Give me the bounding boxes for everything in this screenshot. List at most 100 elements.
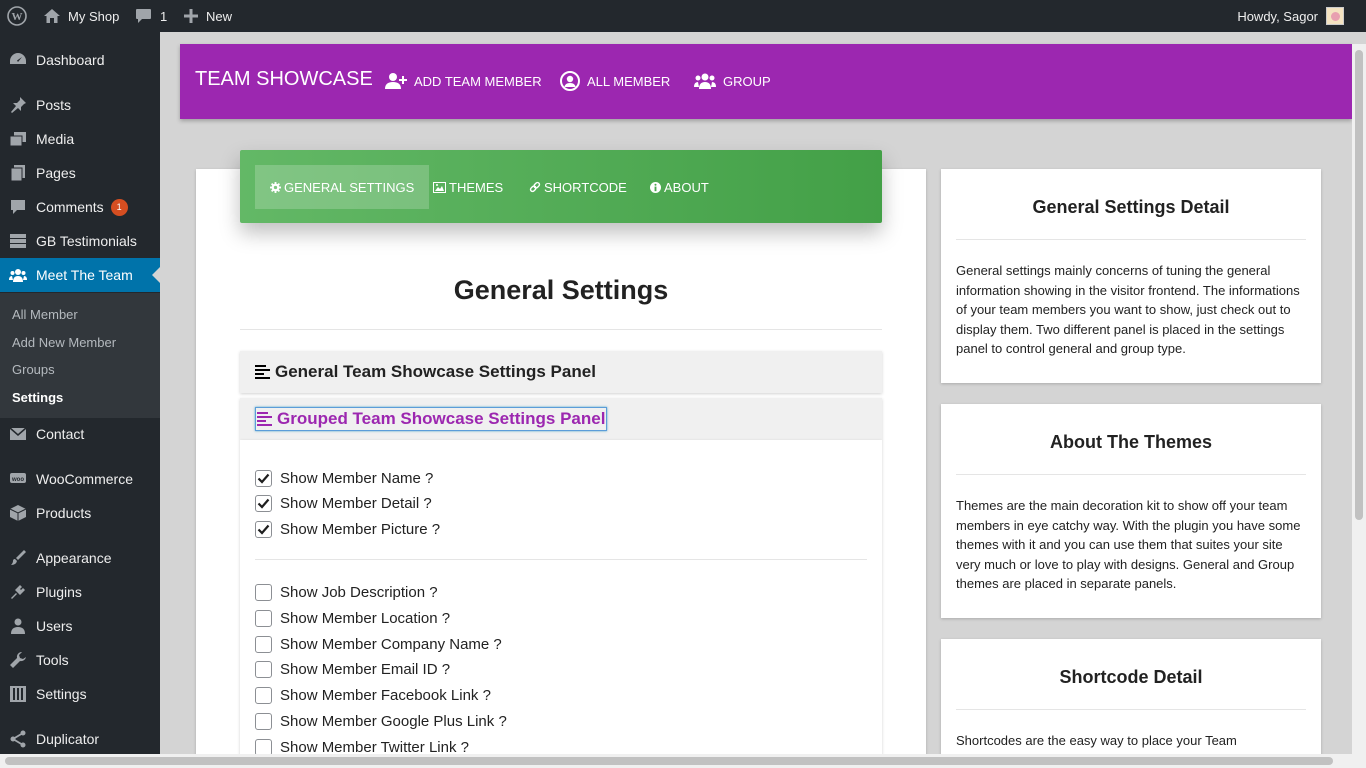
grouped-panel-link[interactable]: Grouped Team Showcase Settings Panel [255,407,608,431]
checkbox-unchecked[interactable] [255,712,272,730]
wrench-icon [10,652,26,668]
checkbox-unchecked[interactable] [255,583,272,601]
brush-icon [11,550,26,565]
tab-shortcode[interactable]: SHORTCODE [514,165,642,209]
general-settings-detail-card: General Settings Detail General settings… [941,169,1321,383]
option-show-member-google-plus-link[interactable]: Show Member Google Plus Link ? [255,711,507,731]
checkbox-checked[interactable] [255,469,272,487]
comments-count: 1 [160,8,168,24]
shortcode-detail-card: Shortcode Detail Shortcodes are the easy… [941,639,1321,768]
checkbox-checked[interactable] [255,494,272,512]
option-show-member-location[interactable]: Show Member Location ? [255,608,450,628]
option-label: Show Member Detail ? [280,494,432,512]
card-text: Themes are the main decoration kit to sh… [956,498,1301,592]
checkbox-unchecked[interactable] [255,660,272,678]
option-label: Show Member Twitter Link ? [280,738,469,756]
option-show-member-company-name[interactable]: Show Member Company Name ? [255,634,502,654]
sidebar-item-plugins[interactable]: Plugins [0,575,160,609]
card-title: About The Themes [1049,432,1212,452]
option-show-member-facebook-link[interactable]: Show Member Facebook Link ? [255,685,491,705]
comments-link[interactable]: 1 [135,0,167,32]
options-divider [255,559,867,560]
sidebar-item-appearance[interactable]: Appearance [0,541,160,575]
site-name-link[interactable]: My Shop [43,0,119,32]
add-team-member-link[interactable]: ADD TEAM MEMBER [385,66,542,96]
sidebar-item-contact[interactable]: Contact [0,417,160,451]
option-label: Show Member Email ID ? [280,660,451,678]
sidebar-item-label: Meet The Team [36,267,133,283]
all-member-link[interactable]: ALL MEMBER [560,66,670,96]
comment-icon [11,200,25,214]
gear-icon [270,181,281,193]
sidebar-item-label: Comments [36,199,104,215]
tab-label: GENERAL SETTINGS [284,179,415,195]
checkbox-unchecked[interactable] [255,686,272,704]
sidebar-item-meet-the-team[interactable]: Meet The Team [0,258,160,292]
submenu-add-new-member[interactable]: Add New Member [12,335,116,350]
sidebar-item-duplicator[interactable]: Duplicator [0,722,160,756]
checkbox-checked[interactable] [255,520,272,538]
account-menu[interactable]: Howdy, Sagor [1237,0,1344,32]
sidebar-item-pages[interactable]: Pages [0,156,160,190]
sidebar-item-products[interactable]: Products [0,496,160,530]
submenu-groups[interactable]: Groups [12,362,55,377]
grouped-panel-header[interactable]: Grouped Team Showcase Settings Panel [240,398,882,440]
tab-label: SHORTCODE [544,179,627,195]
option-show-member-picture[interactable]: Show Member Picture ? [255,519,440,539]
tab-about[interactable]: ABOUT [635,165,724,209]
group-label: GROUP [723,73,771,89]
plugin-brand[interactable]: TEAM SHOWCASE [195,68,373,91]
card-title: General Settings Detail [1032,197,1230,217]
sidebar-item-comments[interactable]: Comments 1 [0,190,160,224]
team-submenu: All Member Add New Member Groups Setting… [0,293,160,418]
wordpress-logo-icon[interactable]: W [7,0,27,32]
tab-themes[interactable]: THEMES [418,165,518,209]
card-title: Shortcode Detail [1059,667,1203,687]
vertical-scrollbar-thumb[interactable] [1355,50,1363,520]
card-divider [956,709,1306,710]
option-show-job-description[interactable]: Show Job Description ? [255,582,438,602]
pages-icon [10,165,25,182]
sidebar-item-label: Posts [36,97,72,113]
option-show-member-name[interactable]: Show Member Name ? [255,468,433,488]
checkbox-unchecked[interactable] [255,635,272,653]
group-icon [694,73,716,89]
sidebar-item-settings[interactable]: Settings [0,677,160,711]
card-text: Shortcodes are the easy way to place you… [956,733,1237,748]
sidebar-item-label: Appearance [36,550,112,566]
comments-badge: 1 [110,198,128,216]
sidebar-item-gb-testimonials[interactable]: GB Testimonials [0,224,160,258]
option-label: Show Job Description ? [280,583,438,601]
svg-text:W: W [12,11,23,23]
media-icon [9,132,26,147]
sidebar-item-tools[interactable]: Tools [0,643,160,677]
sidebar-item-label: WooCommerce [36,471,133,487]
checkbox-unchecked[interactable] [255,609,272,627]
align-left-icon [255,365,270,379]
sidebar-item-dashboard[interactable]: Dashboard [0,43,160,77]
checkbox-unchecked[interactable] [255,738,272,756]
title-divider [240,329,882,330]
group-link[interactable]: GROUP [694,66,771,96]
general-panel-header[interactable]: General Team Showcase Settings Panel [240,351,882,393]
sidebar-item-users[interactable]: Users [0,609,160,643]
option-show-member-detail[interactable]: Show Member Detail ? [255,493,432,513]
link-icon [529,181,541,193]
submenu-settings[interactable]: Settings [12,390,63,405]
new-content-link[interactable]: New [184,0,232,32]
option-label: Show Member Facebook Link ? [280,686,491,704]
submenu-all-member[interactable]: All Member [12,307,78,322]
sidebar-item-woocommerce[interactable]: woo WooCommerce [0,462,160,496]
sidebar-item-media[interactable]: Media [0,122,160,156]
sliders-icon [10,686,26,702]
check-icon [257,524,270,535]
add-team-member-label: ADD TEAM MEMBER [414,73,542,89]
sidebar-item-label: Pages [36,165,76,181]
sidebar-item-label: Settings [36,686,87,702]
align-left-icon [257,412,272,426]
option-show-member-email-id[interactable]: Show Member Email ID ? [255,659,450,679]
horizontal-scrollbar-thumb[interactable] [5,757,1333,765]
tab-general-settings[interactable]: GENERAL SETTINGS [255,165,430,209]
sidebar-item-posts[interactable]: Posts [0,88,160,122]
sidebar-item-label: Plugins [36,584,82,600]
